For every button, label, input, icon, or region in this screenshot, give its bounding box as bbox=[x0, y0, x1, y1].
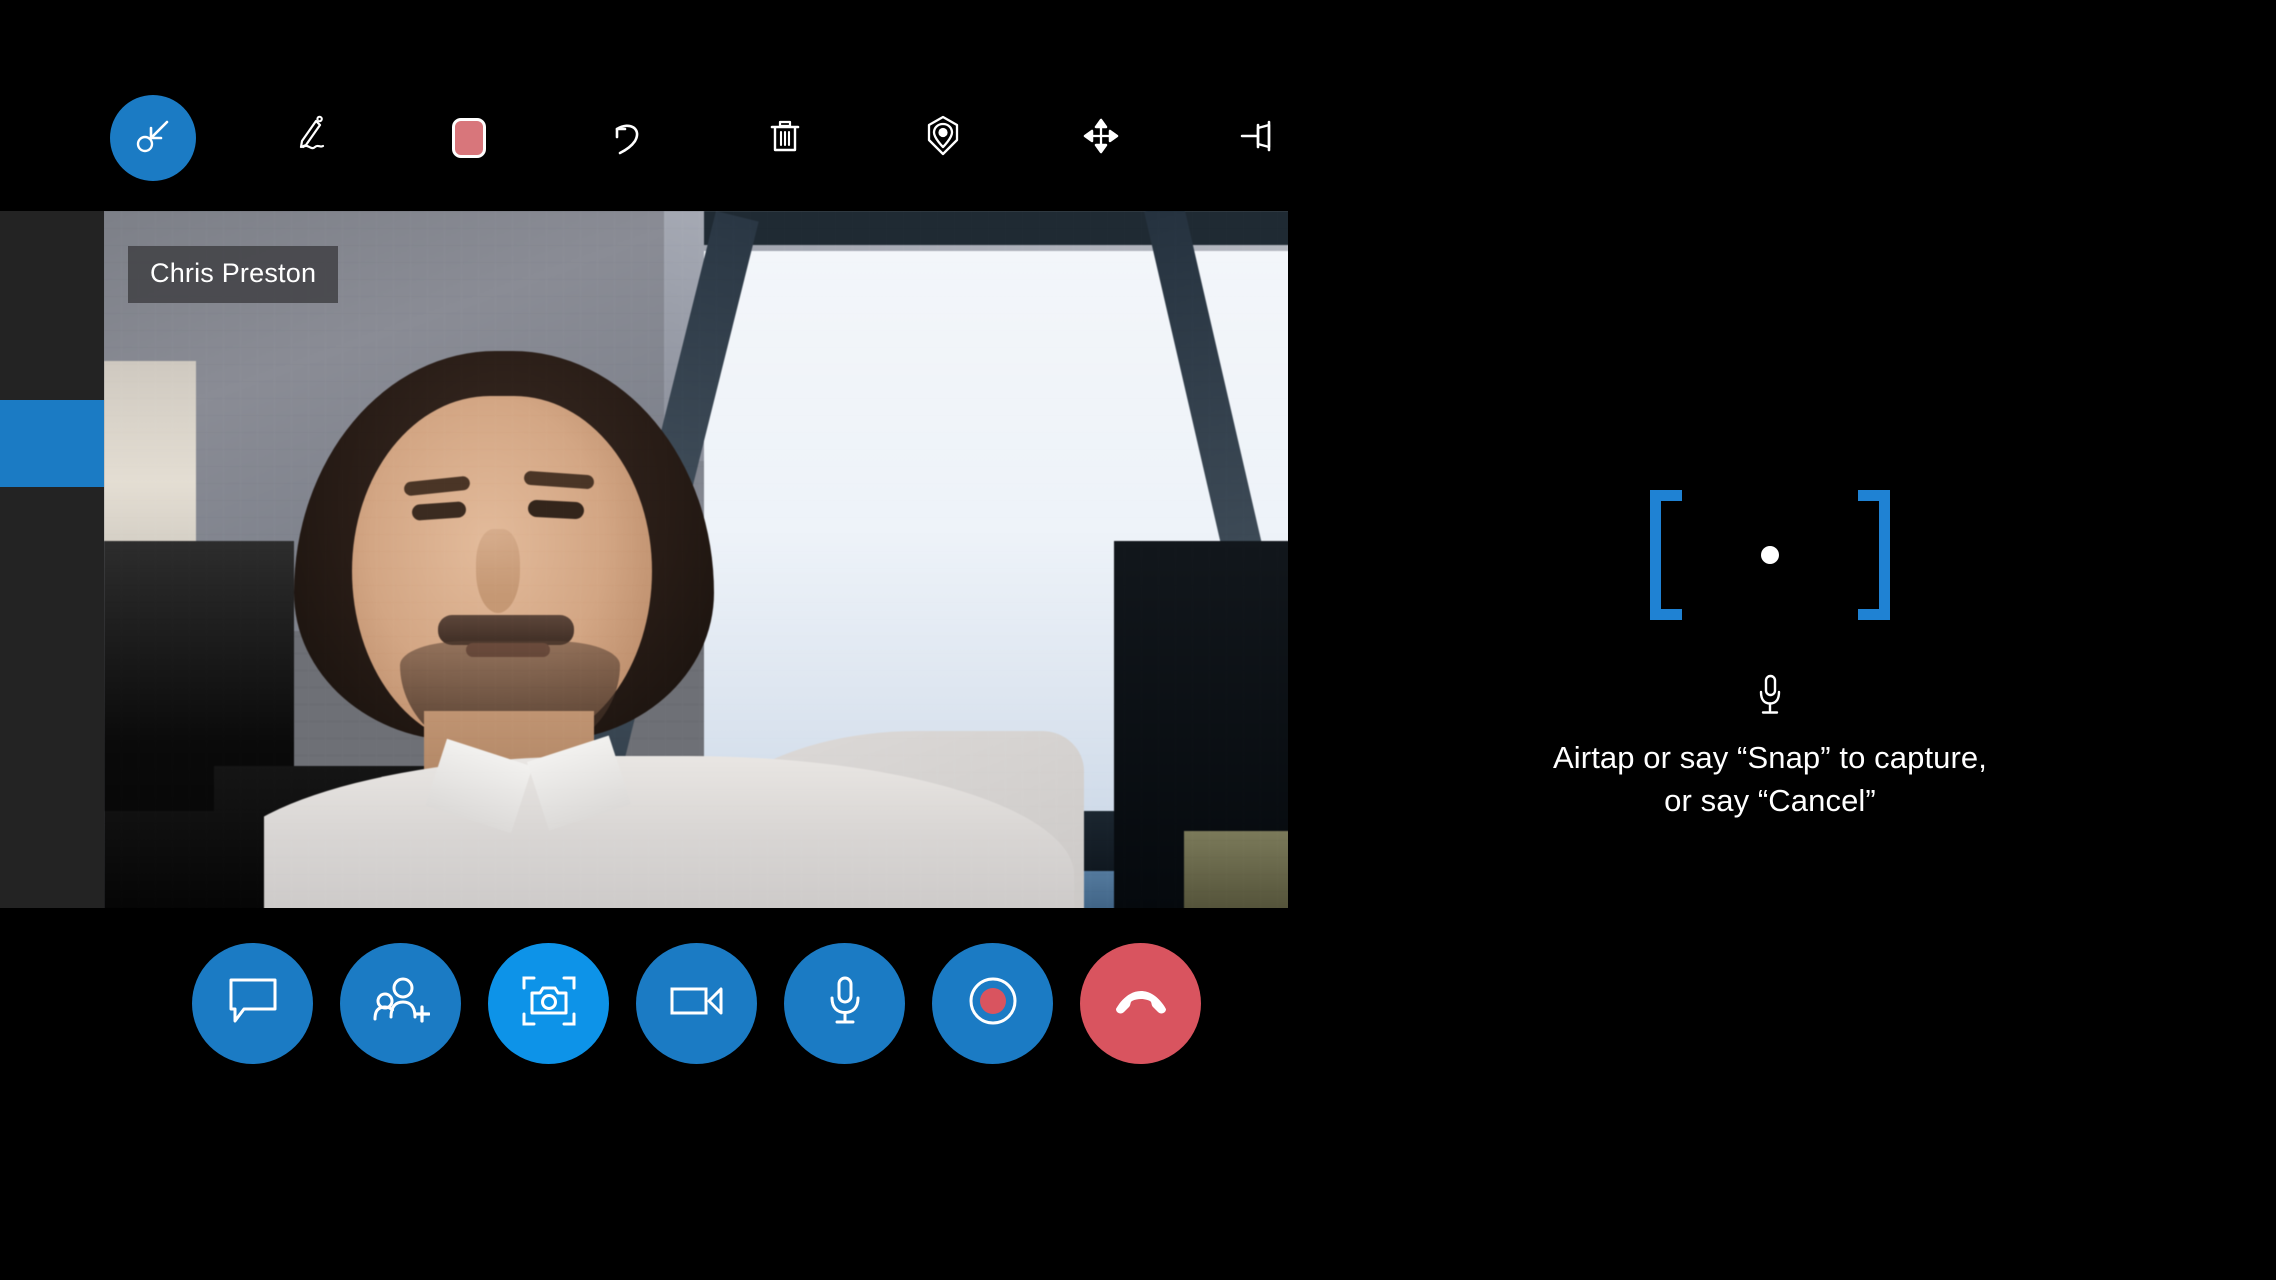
annotation-toolbar bbox=[0, 78, 1340, 198]
undo-icon bbox=[606, 115, 648, 162]
add-people-button[interactable] bbox=[340, 943, 461, 1064]
microphone-toggle-button[interactable] bbox=[784, 943, 905, 1064]
camera-icon bbox=[521, 975, 577, 1032]
app-root: Chris Preston Airtap or say “Snap” to ca… bbox=[0, 0, 2276, 1280]
pushpin-icon bbox=[1236, 119, 1282, 158]
location-pin-icon bbox=[921, 113, 965, 164]
record-button[interactable] bbox=[932, 943, 1053, 1064]
remote-participant-video bbox=[104, 211, 1288, 908]
participant-name-label: Chris Preston bbox=[128, 246, 339, 303]
move-arrows-icon bbox=[1080, 115, 1122, 162]
video-toggle-button[interactable] bbox=[636, 943, 757, 1064]
microphone-icon bbox=[1755, 672, 1785, 723]
chat-button[interactable] bbox=[192, 943, 313, 1064]
tool-pin[interactable] bbox=[1216, 95, 1302, 181]
tool-move[interactable] bbox=[1058, 95, 1144, 181]
tool-ink-pen[interactable] bbox=[268, 95, 354, 181]
tool-delete-all[interactable] bbox=[742, 95, 828, 181]
snapshot-capture-overlay: Airtap or say “Snap” to capture, or say … bbox=[1450, 490, 2090, 823]
tool-airtap-pointer[interactable] bbox=[110, 95, 196, 181]
snapshot-button[interactable] bbox=[488, 943, 609, 1064]
left-rail bbox=[0, 211, 104, 908]
tool-ink-color[interactable] bbox=[426, 95, 512, 181]
record-icon bbox=[967, 975, 1019, 1032]
capture-brackets-icon bbox=[1650, 490, 1890, 620]
tool-undo[interactable] bbox=[584, 95, 670, 181]
left-rail-selected-item[interactable] bbox=[0, 400, 104, 487]
video-stage[interactable] bbox=[104, 211, 1288, 908]
tool-place-marker[interactable] bbox=[900, 95, 986, 181]
capture-bracket-right bbox=[1858, 490, 1890, 620]
hang-up-icon bbox=[1111, 983, 1171, 1024]
video-camera-icon bbox=[669, 981, 725, 1026]
airtap-cursor-icon bbox=[133, 116, 173, 161]
end-call-button[interactable] bbox=[1080, 943, 1201, 1064]
add-person-icon bbox=[372, 976, 431, 1031]
chat-bubble-icon bbox=[227, 976, 279, 1031]
pen-icon bbox=[289, 114, 333, 163]
gaze-cursor-icon[interactable] bbox=[1761, 546, 1779, 564]
call-control-bar bbox=[192, 943, 1201, 1064]
trash-icon bbox=[765, 115, 805, 162]
color-swatch-icon bbox=[452, 118, 486, 158]
microphone-icon bbox=[827, 974, 863, 1033]
capture-bracket-left bbox=[1650, 490, 1682, 620]
capture-hint-text: Airtap or say “Snap” to capture, or say … bbox=[1553, 740, 1987, 818]
